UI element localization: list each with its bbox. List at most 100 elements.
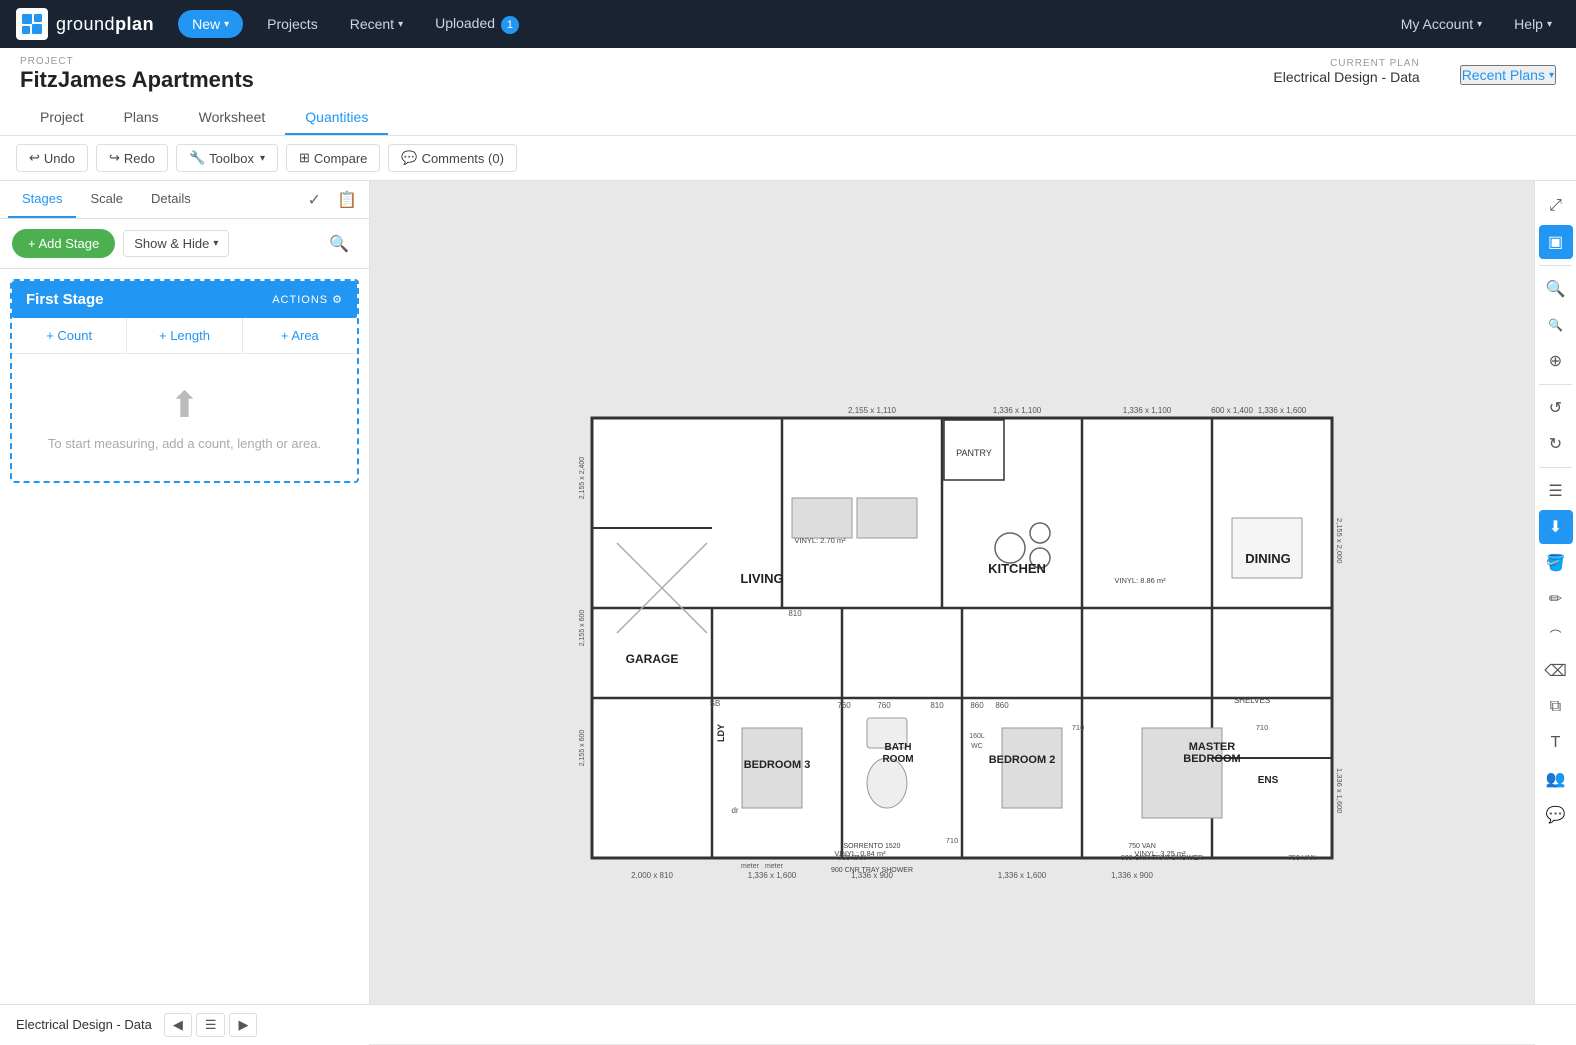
- uploaded-badge: 1: [501, 16, 519, 34]
- current-plan-label: CURRENT PLAN: [1273, 58, 1419, 69]
- zoom-in-icon: 🔍: [1546, 279, 1566, 299]
- panel-tab-stages[interactable]: Stages: [8, 181, 76, 218]
- stage-actions[interactable]: ACTIONS ⚙: [272, 293, 343, 306]
- eraser-button[interactable]: ⌫: [1539, 654, 1573, 688]
- list-icon: ☰: [1548, 481, 1562, 501]
- layers-icon: ⧉: [1550, 698, 1561, 716]
- toolbox-button[interactable]: 🔧 Toolbox: [176, 144, 278, 172]
- top-navigation: groundplan New Projects Recent Uploaded …: [0, 0, 1576, 48]
- svg-text:VINYL: 8.86 m²: VINYL: 8.86 m²: [1114, 576, 1166, 585]
- panel-tab-details[interactable]: Details: [137, 181, 205, 218]
- undo-icon: ↩: [29, 150, 40, 166]
- add-area-button[interactable]: + Area: [243, 318, 357, 353]
- undo-button[interactable]: ↩ Undo: [16, 144, 88, 172]
- svg-text:2,155 x 1,110: 2,155 x 1,110: [848, 406, 896, 415]
- comment-icon: 💬: [401, 150, 417, 166]
- fullscreen-button[interactable]: ⤢: [1539, 189, 1573, 223]
- svg-text:1,336 x 1,100: 1,336 x 1,100: [993, 406, 1042, 415]
- plan-list-button[interactable]: ☰: [196, 1013, 226, 1037]
- toolbar-divider-3: [1539, 467, 1572, 468]
- uploaded-link[interactable]: Uploaded 1: [427, 11, 527, 38]
- comment-toolbar-icon: 💬: [1546, 805, 1566, 825]
- pencil-button[interactable]: ✏: [1539, 582, 1573, 616]
- comment-button[interactable]: 💬: [1539, 798, 1573, 832]
- next-plan-button[interactable]: ▶: [229, 1013, 257, 1037]
- tab-project[interactable]: Project: [20, 101, 104, 135]
- main-toolbar: ↩ Undo ↪ Redo 🔧 Toolbox ⊞ Compare 💬 Comm…: [0, 136, 1576, 181]
- curve-button[interactable]: ⌒: [1539, 618, 1573, 652]
- canvas-area[interactable]: PANTRY: [370, 181, 1534, 1045]
- rotate-cw-icon: ↻: [1549, 434, 1562, 454]
- text-button[interactable]: T: [1539, 726, 1573, 760]
- prev-plan-button[interactable]: ◀: [164, 1013, 192, 1037]
- save-icon[interactable]: 📋: [333, 186, 361, 214]
- share-button[interactable]: 👥: [1539, 762, 1573, 796]
- panel-tab-icons: ✓ 📋: [304, 186, 361, 214]
- stage-empty-text: To start measuring, add a count, length …: [32, 436, 337, 451]
- list-button[interactable]: ☰: [1539, 474, 1573, 508]
- svg-text:710: 710: [1256, 723, 1269, 732]
- download-button[interactable]: ⬇: [1539, 510, 1573, 544]
- show-hide-button[interactable]: Show & Hide: [123, 230, 229, 257]
- panel-tab-scale[interactable]: Scale: [76, 181, 137, 218]
- panel-toggle-button[interactable]: ▣: [1539, 225, 1573, 259]
- zoom-out-button[interactable]: 🔍: [1539, 308, 1573, 342]
- recent-plans-button[interactable]: Recent Plans: [1460, 65, 1556, 85]
- redo-icon: ↪: [109, 150, 120, 166]
- panel-controls: + Add Stage Show & Hide 🔍: [0, 219, 369, 269]
- svg-text:BEDROOM: BEDROOM: [1183, 753, 1240, 765]
- checkmark-icon[interactable]: ✓: [304, 186, 325, 214]
- projects-link[interactable]: Projects: [259, 12, 326, 36]
- svg-text:meter: meter: [741, 863, 760, 870]
- svg-text:860: 860: [995, 701, 1009, 710]
- redo-button[interactable]: ↪ Redo: [96, 144, 168, 172]
- svg-text:2,000 x 810: 2,000 x 810: [631, 871, 673, 880]
- svg-text:2,155 x 600: 2,155 x 600: [579, 730, 586, 767]
- svg-text:BEDROOM 3: BEDROOM 3: [744, 759, 811, 771]
- svg-text:710: 710: [1072, 723, 1085, 732]
- add-length-button[interactable]: + Length: [127, 318, 242, 353]
- svg-text:600 x 1,400: 600 x 1,400: [1211, 406, 1253, 415]
- tab-quantities[interactable]: Quantities: [285, 101, 388, 135]
- tab-plans[interactable]: Plans: [104, 101, 179, 135]
- rotate-cw-button[interactable]: ↻: [1539, 427, 1573, 461]
- rotate-ccw-button[interactable]: ↺: [1539, 391, 1573, 425]
- recent-link[interactable]: Recent: [342, 12, 411, 36]
- svg-text:2,155 x 2,000: 2,155 x 2,000: [1335, 518, 1342, 563]
- stage-empty: ⬆ To start measuring, add a count, lengt…: [12, 354, 357, 481]
- svg-text:1,336 x 1,100: 1,336 x 1,100: [1123, 406, 1172, 415]
- svg-text:900 CNR TRAY SHOWER: 900 CNR TRAY SHOWER: [831, 867, 913, 874]
- current-plan-name: Electrical Design - Data: [1273, 69, 1419, 85]
- toolbar-divider-1: [1539, 265, 1572, 266]
- share-icon: 👥: [1546, 769, 1566, 789]
- svg-text:MASTER: MASTER: [1189, 741, 1236, 753]
- logo-text: groundplan: [56, 14, 154, 35]
- search-button[interactable]: 🔍: [321, 230, 357, 258]
- zoom-fit-button[interactable]: ⊕: [1539, 344, 1573, 378]
- wrench-icon: 🔧: [189, 150, 205, 166]
- svg-text:ENS: ENS: [1258, 775, 1279, 786]
- paint-button[interactable]: 🪣: [1539, 546, 1573, 580]
- eraser-icon: ⌫: [1544, 661, 1567, 681]
- layers-button[interactable]: ⧉: [1539, 690, 1573, 724]
- zoom-in-button[interactable]: 🔍: [1539, 272, 1573, 306]
- my-account-link[interactable]: My Account: [1393, 12, 1490, 36]
- new-button[interactable]: New: [178, 10, 243, 38]
- svg-text:810: 810: [930, 701, 944, 710]
- help-link[interactable]: Help: [1506, 12, 1560, 36]
- compare-button[interactable]: ⊞ Compare: [286, 144, 380, 172]
- fullscreen-icon: ⤢: [1549, 197, 1562, 215]
- svg-text:810: 810: [788, 609, 802, 618]
- stage-header[interactable]: First Stage ACTIONS ⚙: [12, 281, 357, 318]
- svg-text:BATH: BATH: [884, 742, 911, 753]
- logo-icon: [16, 8, 48, 40]
- floorplan-svg: PANTRY: [562, 388, 1342, 888]
- svg-text:PANTRY: PANTRY: [956, 448, 992, 458]
- svg-text:WC: WC: [971, 743, 983, 750]
- add-stage-button[interactable]: + Add Stage: [12, 229, 115, 258]
- comments-button[interactable]: 💬 Comments (0): [388, 144, 517, 172]
- add-count-button[interactable]: + Count: [12, 318, 127, 353]
- tab-worksheet[interactable]: Worksheet: [179, 101, 286, 135]
- sub-header: PROJECT FitzJames Apartments CURRENT PLA…: [0, 48, 1576, 136]
- bottom-plan-name: Electrical Design - Data: [16, 1017, 152, 1032]
